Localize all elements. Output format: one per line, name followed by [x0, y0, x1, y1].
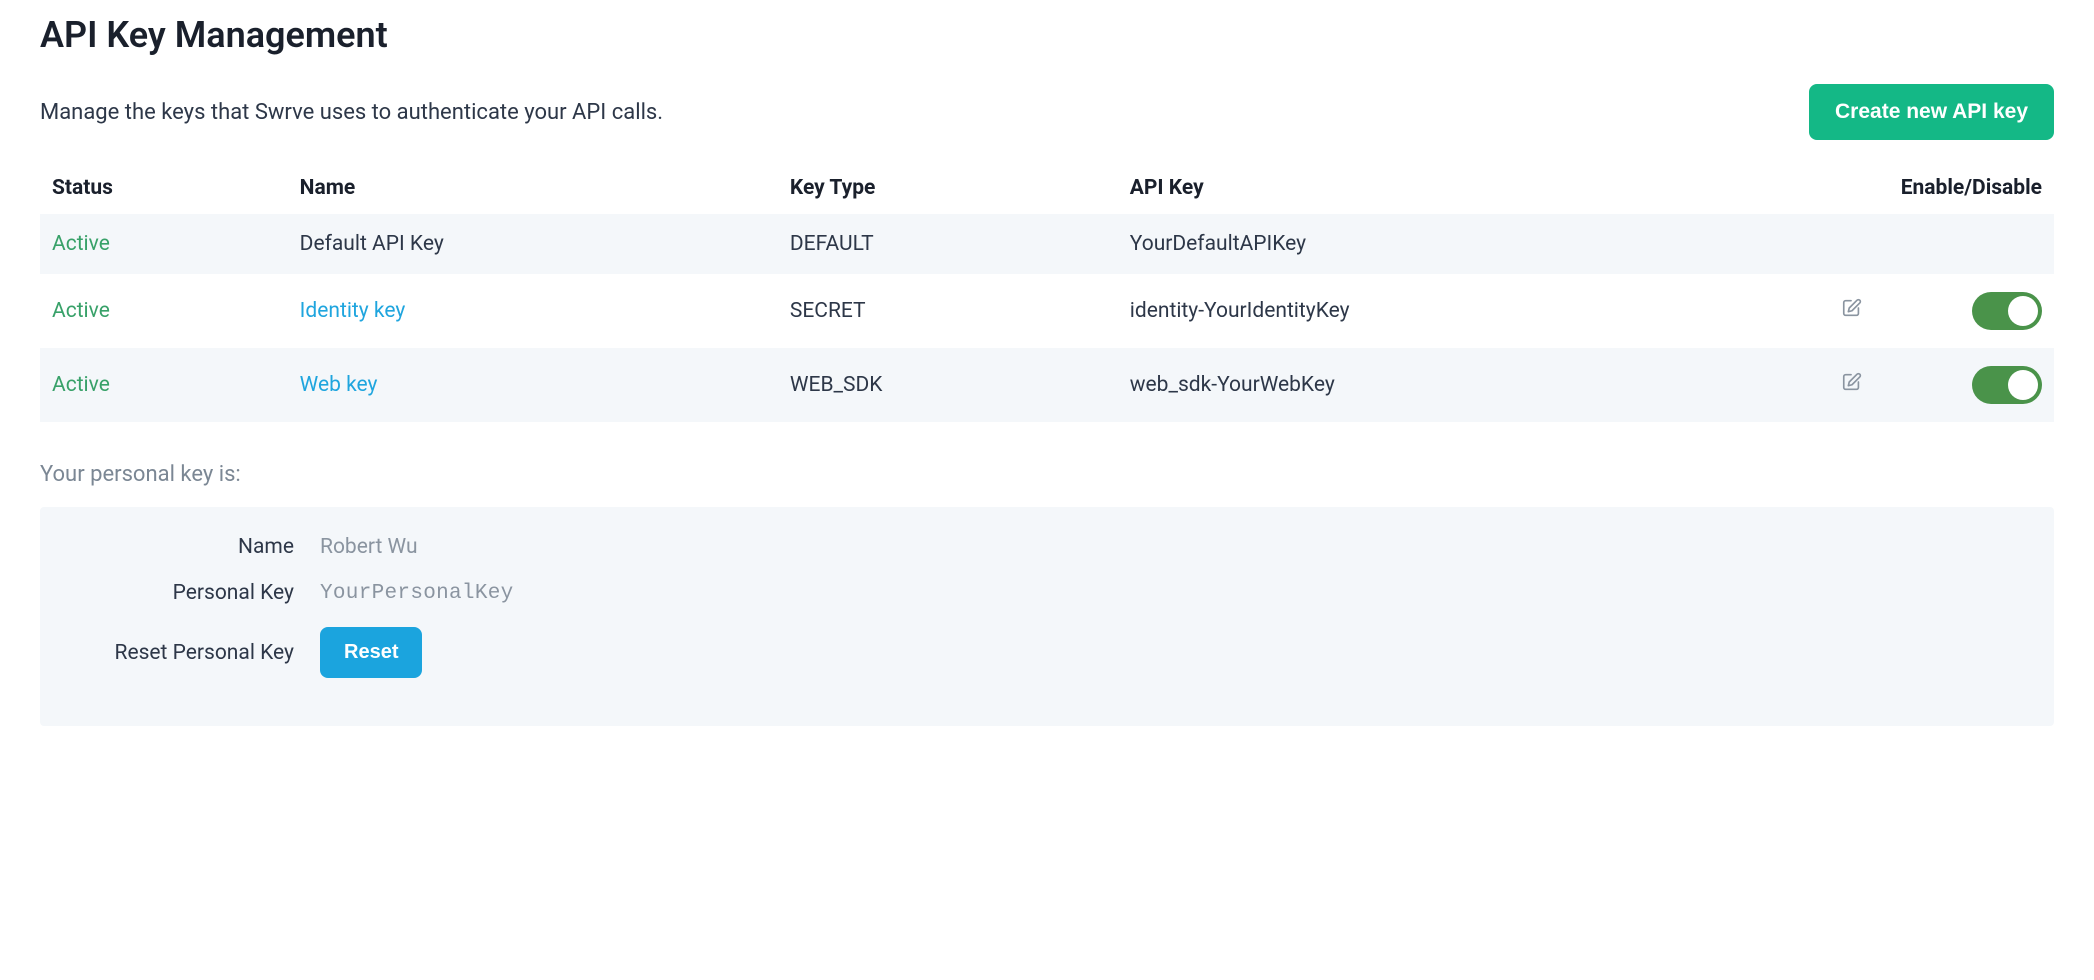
enable-toggle[interactable] [1972, 366, 2042, 404]
key-type-cell: SECRET [778, 274, 1118, 348]
name-cell: Default API Key [288, 214, 778, 274]
api-key-cell: YourDefaultAPIKey [1118, 214, 1829, 274]
name-cell: Web key [288, 348, 778, 422]
edit-cell [1829, 274, 1889, 348]
edit-icon[interactable] [1841, 371, 1863, 393]
col-status: Status [40, 162, 288, 214]
api-key-name-link[interactable]: Identity key [300, 299, 406, 323]
status-cell: Active [40, 214, 288, 274]
col-api-key: API Key [1118, 162, 1829, 214]
table-row: Active Default API Key DEFAULTYourDefaultA… [40, 214, 2054, 274]
edit-cell [1829, 214, 1889, 274]
col-key-type: Key Type [778, 162, 1118, 214]
toggle-cell [1889, 274, 2054, 348]
personal-name-label: Name [60, 535, 320, 559]
edit-icon[interactable] [1841, 297, 1863, 319]
personal-key-intro: Your personal key is: [40, 462, 2054, 487]
col-name: Name [288, 162, 778, 214]
page-title: API Key Management [40, 14, 2054, 56]
key-type-cell: WEB_SDK [778, 348, 1118, 422]
enable-toggle[interactable] [1972, 292, 2042, 330]
col-edit [1829, 162, 1889, 214]
toggle-knob [2008, 370, 2038, 400]
api-key-name-link[interactable]: Web key [300, 373, 378, 397]
create-api-key-button[interactable]: Create new API key [1809, 84, 2054, 140]
page-subtitle: Manage the keys that Swrve uses to authe… [40, 100, 663, 125]
name-cell: Identity key [288, 274, 778, 348]
status-cell: Active [40, 348, 288, 422]
key-type-cell: DEFAULT [778, 214, 1118, 274]
edit-cell [1829, 348, 1889, 422]
personal-key-label: Personal Key [60, 581, 320, 605]
api-key-name: Default API Key [300, 232, 444, 256]
table-row: Active Web key WEB_SDKweb_sdk-YourWebKey [40, 348, 2054, 422]
reset-personal-key-label: Reset Personal Key [60, 641, 320, 665]
personal-key-panel: Name Robert Wu Personal Key YourPersonal… [40, 507, 2054, 726]
personal-key-value: YourPersonalKey [320, 582, 514, 605]
status-cell: Active [40, 274, 288, 348]
toggle-knob [2008, 296, 2038, 326]
table-row: Active Identity key SECRETidentity-YourIde… [40, 274, 2054, 348]
reset-personal-key-button[interactable]: Reset [320, 627, 422, 678]
toggle-cell [1889, 214, 2054, 274]
api-key-cell: identity-YourIdentityKey [1118, 274, 1829, 348]
api-keys-table: Status Name Key Type API Key Enable/Disa… [40, 162, 2054, 422]
col-enable-disable: Enable/Disable [1889, 162, 2054, 214]
personal-name-value: Robert Wu [320, 535, 418, 559]
api-key-cell: web_sdk-YourWebKey [1118, 348, 1829, 422]
toggle-cell [1889, 348, 2054, 422]
